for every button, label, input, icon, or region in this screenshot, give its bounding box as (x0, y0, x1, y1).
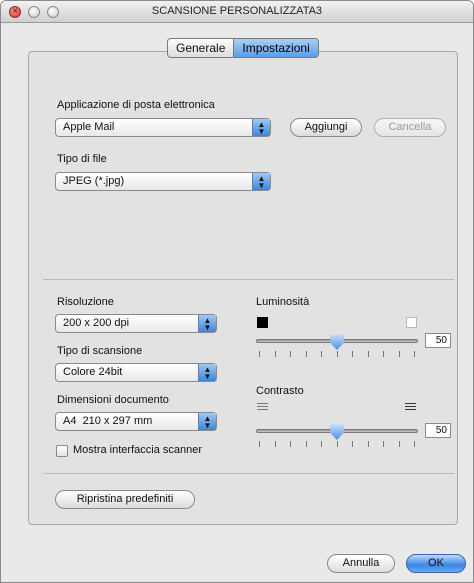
email-app-value: Apple Mail (63, 121, 115, 133)
tab-generale[interactable]: Generale (168, 39, 233, 57)
scan-type-label: Tipo di scansione (57, 345, 143, 357)
ok-button[interactable]: OK (406, 554, 466, 573)
light-swatch-icon (406, 317, 417, 328)
show-interface-checkbox[interactable] (56, 445, 68, 457)
file-type-value: JPEG (*.jpg) (63, 175, 125, 187)
contrast-ticks (259, 441, 415, 447)
contrast-value-field[interactable]: 50 (425, 423, 451, 438)
email-app-popup[interactable]: Apple Mail ▲ ▼ (55, 118, 271, 137)
add-button[interactable]: Aggiungi (290, 118, 362, 137)
high-contrast-icon (405, 403, 416, 412)
resolution-popup[interactable]: 200 x 200 dpi ▲ ▼ (55, 314, 217, 333)
divider (43, 473, 454, 474)
divider (43, 279, 454, 280)
cancel-button[interactable]: Annulla (327, 554, 395, 573)
doc-size-value: A4 210 x 297 mm (63, 415, 153, 427)
scan-type-value: Colore 24bit (63, 366, 123, 378)
delete-button[interactable]: Cancella (374, 118, 446, 137)
reset-defaults-button[interactable]: Ripristina predefiniti (55, 490, 195, 509)
contrast-label: Contrasto (256, 385, 304, 397)
window-title: SCANSIONE PERSONALIZZATA3 (151, 5, 323, 17)
updown-arrows-icon: ▲ ▼ (198, 413, 216, 430)
tab-impostazioni[interactable]: Impostazioni (233, 39, 318, 57)
email-app-label: Applicazione di posta elettronica (57, 99, 215, 111)
file-type-label: Tipo di file (57, 153, 107, 165)
updown-arrows-icon: ▲ ▼ (252, 119, 270, 136)
title-bar[interactable]: × SCANSIONE PERSONALIZZATA3 (1, 1, 473, 23)
tab-bar: Generale Impostazioni (167, 38, 319, 58)
doc-size-popup[interactable]: A4 210 x 297 mm ▲ ▼ (55, 412, 217, 431)
dark-swatch-icon (257, 317, 268, 328)
file-type-popup[interactable]: JPEG (*.jpg) ▲ ▼ (55, 172, 271, 191)
show-interface-label: Mostra interfaccia scanner (73, 444, 202, 456)
resolution-value: 200 x 200 dpi (63, 317, 130, 329)
low-contrast-icon (257, 403, 268, 412)
resolution-label: Risoluzione (57, 296, 114, 308)
updown-arrows-icon: ▲ ▼ (198, 364, 216, 381)
scan-type-popup[interactable]: Colore 24bit ▲ ▼ (55, 363, 217, 382)
updown-arrows-icon: ▲ ▼ (252, 173, 270, 190)
window: × SCANSIONE PERSONALIZZATA3 Generale Imp… (0, 0, 474, 583)
brightness-value-field[interactable]: 50 (425, 333, 451, 348)
updown-arrows-icon: ▲ ▼ (198, 315, 216, 332)
brightness-label: Luminosità (256, 296, 310, 308)
brightness-ticks (259, 351, 415, 357)
doc-size-label: Dimensioni documento (57, 394, 169, 406)
